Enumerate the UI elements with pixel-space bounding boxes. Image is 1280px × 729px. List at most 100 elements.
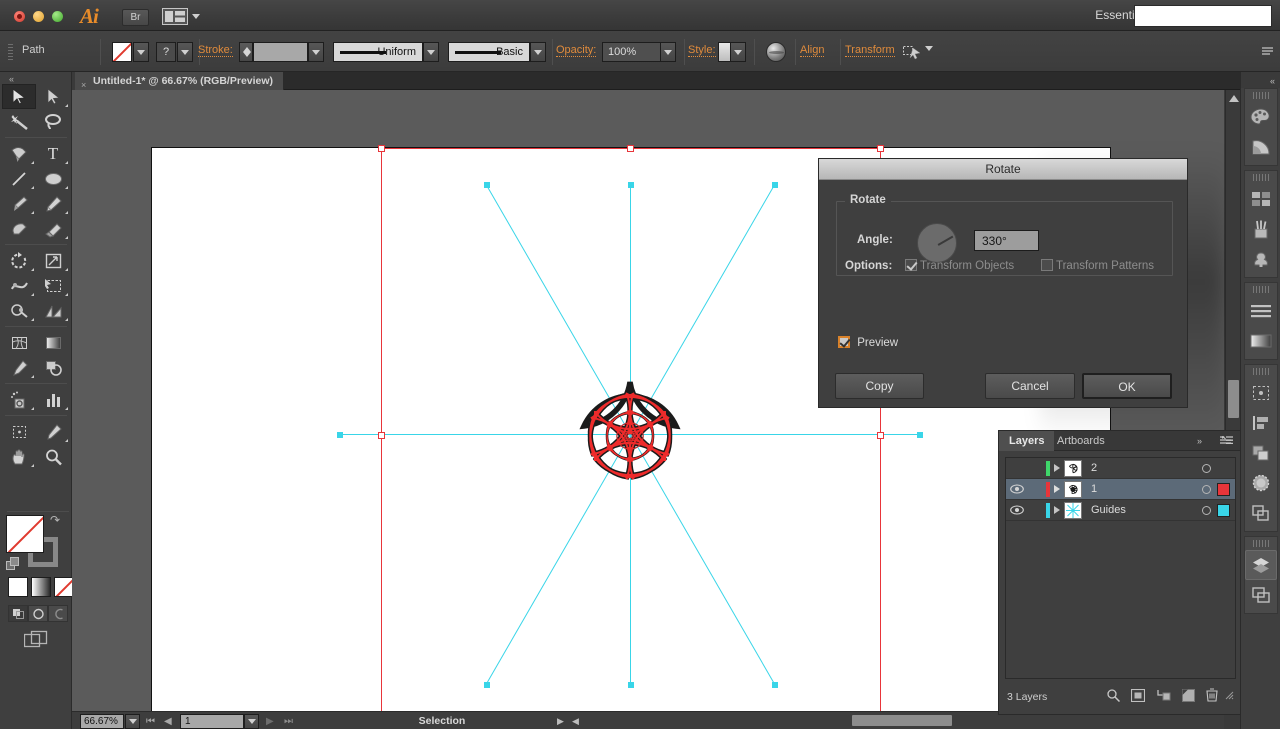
stroke-dropdown-button[interactable]	[177, 42, 193, 62]
symbol-sprayer-tool[interactable]	[2, 387, 36, 412]
tools-panel-grip[interactable]: «	[4, 74, 68, 84]
stroke-weight-stepper[interactable]	[239, 42, 253, 62]
profile-dropdown-button[interactable]	[423, 42, 439, 62]
dock-group-grip[interactable]	[1253, 174, 1269, 181]
status-menu-icon[interactable]: ▶	[557, 716, 564, 727]
gradient-swatch-button[interactable]	[31, 577, 51, 597]
layer-name[interactable]: 1	[1082, 483, 1195, 495]
create-sublayer-icon[interactable]	[1156, 689, 1171, 705]
expand-triangle-icon[interactable]	[1050, 485, 1064, 493]
gradient-panel-icon[interactable]	[1245, 326, 1277, 356]
recolor-artwork-icon[interactable]	[766, 42, 786, 62]
next-artboard-button[interactable]: ▶	[266, 716, 274, 727]
layers-panel-icon[interactable]	[1245, 550, 1277, 580]
table-row[interactable]: Guides	[1006, 500, 1235, 521]
create-new-layer-icon[interactable]	[1182, 688, 1195, 705]
stroke-weight-dropdown-button[interactable]	[308, 42, 324, 62]
dock-expand-icon[interactable]: «	[1270, 76, 1275, 86]
table-row[interactable]: 2	[1006, 458, 1235, 479]
selection-tool[interactable]	[2, 84, 36, 109]
artboard-tool[interactable]	[2, 419, 36, 444]
gradient-tool[interactable]	[36, 330, 70, 355]
tools-collapse-icon[interactable]: «	[9, 74, 14, 84]
visibility-toggle[interactable]	[1006, 458, 1028, 479]
color-swatch-button[interactable]	[8, 577, 28, 597]
make-clipping-mask-icon[interactable]	[1130, 688, 1146, 705]
angle-dial[interactable]	[917, 223, 957, 263]
delete-selection-icon[interactable]	[1206, 688, 1218, 705]
scale-tool[interactable]	[36, 248, 70, 273]
align-button[interactable]: Align	[800, 44, 825, 57]
stroke-label[interactable]: Stroke:	[198, 44, 233, 57]
swatches-panel-icon[interactable]	[1245, 184, 1277, 214]
control-bar-menu-icon[interactable]	[1262, 46, 1273, 56]
artboards-panel-icon[interactable]	[1245, 580, 1277, 610]
pathfinder-panel-icon[interactable]	[1245, 438, 1277, 468]
first-artboard-button[interactable]: ⏮	[146, 716, 155, 727]
document-tab[interactable]: × Untitled-1* @ 66.67% (RGB/Preview)	[75, 72, 285, 90]
draw-inside-button[interactable]	[48, 605, 68, 622]
free-transform-tool[interactable]	[36, 273, 70, 298]
fill-swatch[interactable]	[112, 42, 132, 62]
layers-list[interactable]: 2 1 Guides	[1005, 457, 1236, 679]
transform-patterns-checkbox[interactable]: Transform Patterns	[1041, 259, 1154, 272]
panel-resize-grip[interactable]	[1225, 691, 1234, 703]
minimize-window-button[interactable]	[33, 11, 44, 22]
artboard-number-input[interactable]: 1	[180, 714, 244, 729]
close-window-button[interactable]	[14, 11, 25, 22]
zoom-tool[interactable]	[36, 444, 70, 469]
change-screen-mode-button[interactable]	[23, 630, 48, 650]
paintbrush-tool[interactable]	[2, 191, 36, 216]
artboard-dropdown-button[interactable]	[244, 714, 259, 729]
fill-color-swatch[interactable]	[6, 515, 44, 553]
color-guide-panel-icon[interactable]	[1245, 132, 1277, 162]
selection-handle[interactable]	[378, 145, 385, 152]
arrange-documents-button[interactable]	[162, 8, 188, 28]
perspective-grid-tool[interactable]	[36, 298, 70, 323]
style-dropdown-button[interactable]	[730, 42, 746, 62]
transparency-panel-icon[interactable]	[1245, 468, 1277, 498]
selection-handle[interactable]	[378, 432, 385, 439]
blend-tool[interactable]	[36, 355, 70, 380]
selection-handle[interactable]	[877, 145, 884, 152]
align-panel-icon[interactable]	[1245, 408, 1277, 438]
eraser-tool[interactable]	[36, 216, 70, 241]
mesh-tool[interactable]	[2, 330, 36, 355]
rosette-artwork[interactable]	[545, 352, 715, 523]
rotate-dialog[interactable]: Rotate Rotate Angle: Options: Transform …	[818, 158, 1188, 408]
appearance-panel-icon[interactable]	[1245, 498, 1277, 528]
layer-name[interactable]: Guides	[1082, 504, 1195, 516]
dock-group-grip[interactable]	[1253, 286, 1269, 293]
expand-triangle-icon[interactable]	[1050, 464, 1064, 472]
lasso-tool[interactable]	[36, 109, 70, 134]
arrange-chevron-down-icon[interactable]	[192, 14, 200, 19]
layer-name[interactable]: 2	[1082, 462, 1195, 474]
previous-artboard-button[interactable]: ◀	[164, 716, 172, 727]
width-tool[interactable]	[2, 273, 36, 298]
selection-handle[interactable]	[877, 432, 884, 439]
opacity-label[interactable]: Opacity:	[556, 44, 597, 57]
panel-collapse-icon[interactable]: »	[1197, 436, 1202, 446]
line-segment-tool[interactable]	[2, 166, 36, 191]
color-panel-icon[interactable]	[1245, 102, 1277, 132]
hscroll-left-icon[interactable]: ◀	[572, 716, 579, 727]
stroke-profile-select[interactable]: Uniform	[333, 42, 423, 62]
shape-builder-tool[interactable]	[2, 298, 36, 323]
column-graph-tool[interactable]	[36, 387, 70, 412]
preview-checkbox[interactable]: Preview	[838, 336, 898, 349]
search-input[interactable]	[1134, 5, 1272, 27]
direct-selection-tool[interactable]	[36, 84, 70, 109]
fill-dropdown-button[interactable]	[133, 42, 149, 62]
slice-tool[interactable]	[36, 419, 70, 444]
transform-objects-checkbox[interactable]: Transform Objects	[905, 259, 1014, 272]
cancel-button[interactable]: Cancel	[985, 373, 1075, 399]
pencil-tool[interactable]	[36, 191, 70, 216]
visibility-toggle[interactable]	[1006, 500, 1028, 521]
none-swatch-button[interactable]	[54, 577, 74, 597]
zoom-level-input[interactable]: 66.67%	[80, 714, 124, 729]
isolate-chevron-down-icon[interactable]	[925, 46, 933, 51]
stroke-panel-icon[interactable]	[1245, 296, 1277, 326]
zoom-window-button[interactable]	[52, 11, 63, 22]
control-bar-grip[interactable]	[8, 44, 13, 60]
target-indicator[interactable]	[1195, 484, 1217, 494]
